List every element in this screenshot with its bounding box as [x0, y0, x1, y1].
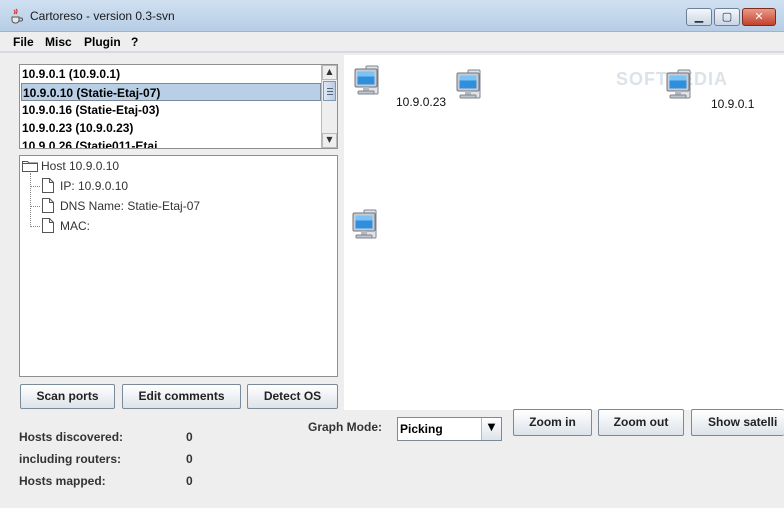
host-list-item[interactable]: 10.9.0.1 (10.9.0.1) — [21, 65, 321, 83]
computer-icon[interactable] — [350, 207, 392, 247]
java-cup-icon — [11, 8, 23, 24]
scroll-down-button[interactable]: ▼ — [322, 133, 337, 148]
arrow-down-icon: ▼ — [326, 135, 333, 144]
zoom-in-button[interactable]: Zoom in — [513, 409, 592, 436]
graph-mode-select[interactable]: Picking ▼ — [397, 417, 502, 441]
graph-mode-dropdown-button[interactable]: ▼ — [481, 418, 501, 440]
host-list-item[interactable]: 10.9.0.16 (Statie-Etaj-03) — [21, 101, 321, 119]
close-button[interactable]: ✕ — [742, 8, 776, 26]
computer-icon[interactable] — [352, 63, 394, 103]
tree-leaf-ip[interactable]: IP: 10.9.0.10 — [60, 178, 128, 194]
host-list-item-selected[interactable]: 10.9.0.10 (Statie-Etaj-07) — [21, 83, 321, 101]
maximize-icon: ▢ — [721, 10, 733, 23]
host-list-item[interactable]: 10.9.0.23 (10.9.0.23) — [21, 119, 321, 137]
host-detail-tree[interactable]: Host 10.9.0.10 IP: 10.9.0.10 DNS Name: S… — [19, 155, 338, 377]
scroll-thumb[interactable] — [323, 81, 336, 101]
folder-icon — [22, 161, 38, 172]
grip-icon — [327, 88, 333, 95]
minimize-icon: ▁ — [694, 10, 704, 23]
menu-file[interactable]: File — [12, 32, 35, 52]
computer-icon[interactable] — [454, 67, 496, 107]
stat-hosts-discovered-value: 0 — [186, 430, 193, 444]
tree-leaf-mac[interactable]: MAC: — [60, 218, 90, 234]
title-bar: Cartoreso - version 0.3-svn ▁ ▢ ✕ — [0, 0, 784, 32]
document-icon — [42, 178, 54, 193]
minimize-button[interactable]: ▁ — [686, 8, 712, 26]
scan-ports-button[interactable]: Scan ports — [20, 384, 115, 409]
detect-os-button[interactable]: Detect OS — [247, 384, 338, 409]
tree-root-host[interactable]: Host 10.9.0.10 — [41, 158, 119, 174]
host-list[interactable]: 10.9.0.1 (10.9.0.1) 10.9.0.10 (Statie-Et… — [19, 64, 338, 149]
menu-bar: File Misc Plugin ? — [0, 32, 784, 52]
close-icon: ✕ — [754, 10, 764, 23]
document-icon — [42, 198, 54, 213]
stat-hosts-mapped-value: 0 — [186, 474, 193, 488]
tree-leaf-dns[interactable]: DNS Name: Statie-Etaj-07 — [60, 198, 200, 214]
graph-mode-value: Picking — [400, 422, 443, 436]
network-graph-canvas[interactable]: SOFTPEDIA 10.9.0.23 10.9.0.1 — [344, 55, 784, 410]
menu-misc[interactable]: Misc — [44, 32, 73, 52]
stat-hosts-mapped-label: Hosts mapped: — [19, 474, 106, 488]
show-satellite-button[interactable]: Show satelli — [691, 409, 784, 436]
stat-routers-label: including routers: — [19, 452, 121, 466]
chevron-down-icon: ▼ — [487, 422, 496, 433]
window-title: Cartoreso - version 0.3-svn — [30, 9, 175, 23]
menu-plugin[interactable]: Plugin — [83, 32, 122, 52]
stat-hosts-discovered-label: Hosts discovered: — [19, 430, 124, 444]
document-icon — [42, 218, 54, 233]
graph-node-label: 10.9.0.23 — [396, 95, 447, 109]
menu-help[interactable]: ? — [130, 32, 139, 52]
arrow-up-icon: ▲ — [326, 67, 333, 76]
stat-routers-value: 0 — [186, 452, 193, 466]
computer-icon[interactable] — [664, 67, 706, 107]
main-panel: 10.9.0.1 (10.9.0.1) 10.9.0.10 (Statie-Et… — [0, 53, 784, 508]
host-list-scrollbar[interactable]: ▲ ▼ — [321, 65, 337, 148]
zoom-out-button[interactable]: Zoom out — [598, 409, 684, 436]
edit-comments-button[interactable]: Edit comments — [122, 384, 241, 409]
scroll-up-button[interactable]: ▲ — [322, 65, 337, 80]
host-list-item[interactable]: 10.9.0.26 (Statie011-Etaj — [21, 137, 321, 148]
maximize-button[interactable]: ▢ — [714, 8, 740, 26]
graph-mode-label: Graph Mode: — [308, 420, 382, 434]
graph-node-label: 10.9.0.1 — [711, 97, 755, 111]
